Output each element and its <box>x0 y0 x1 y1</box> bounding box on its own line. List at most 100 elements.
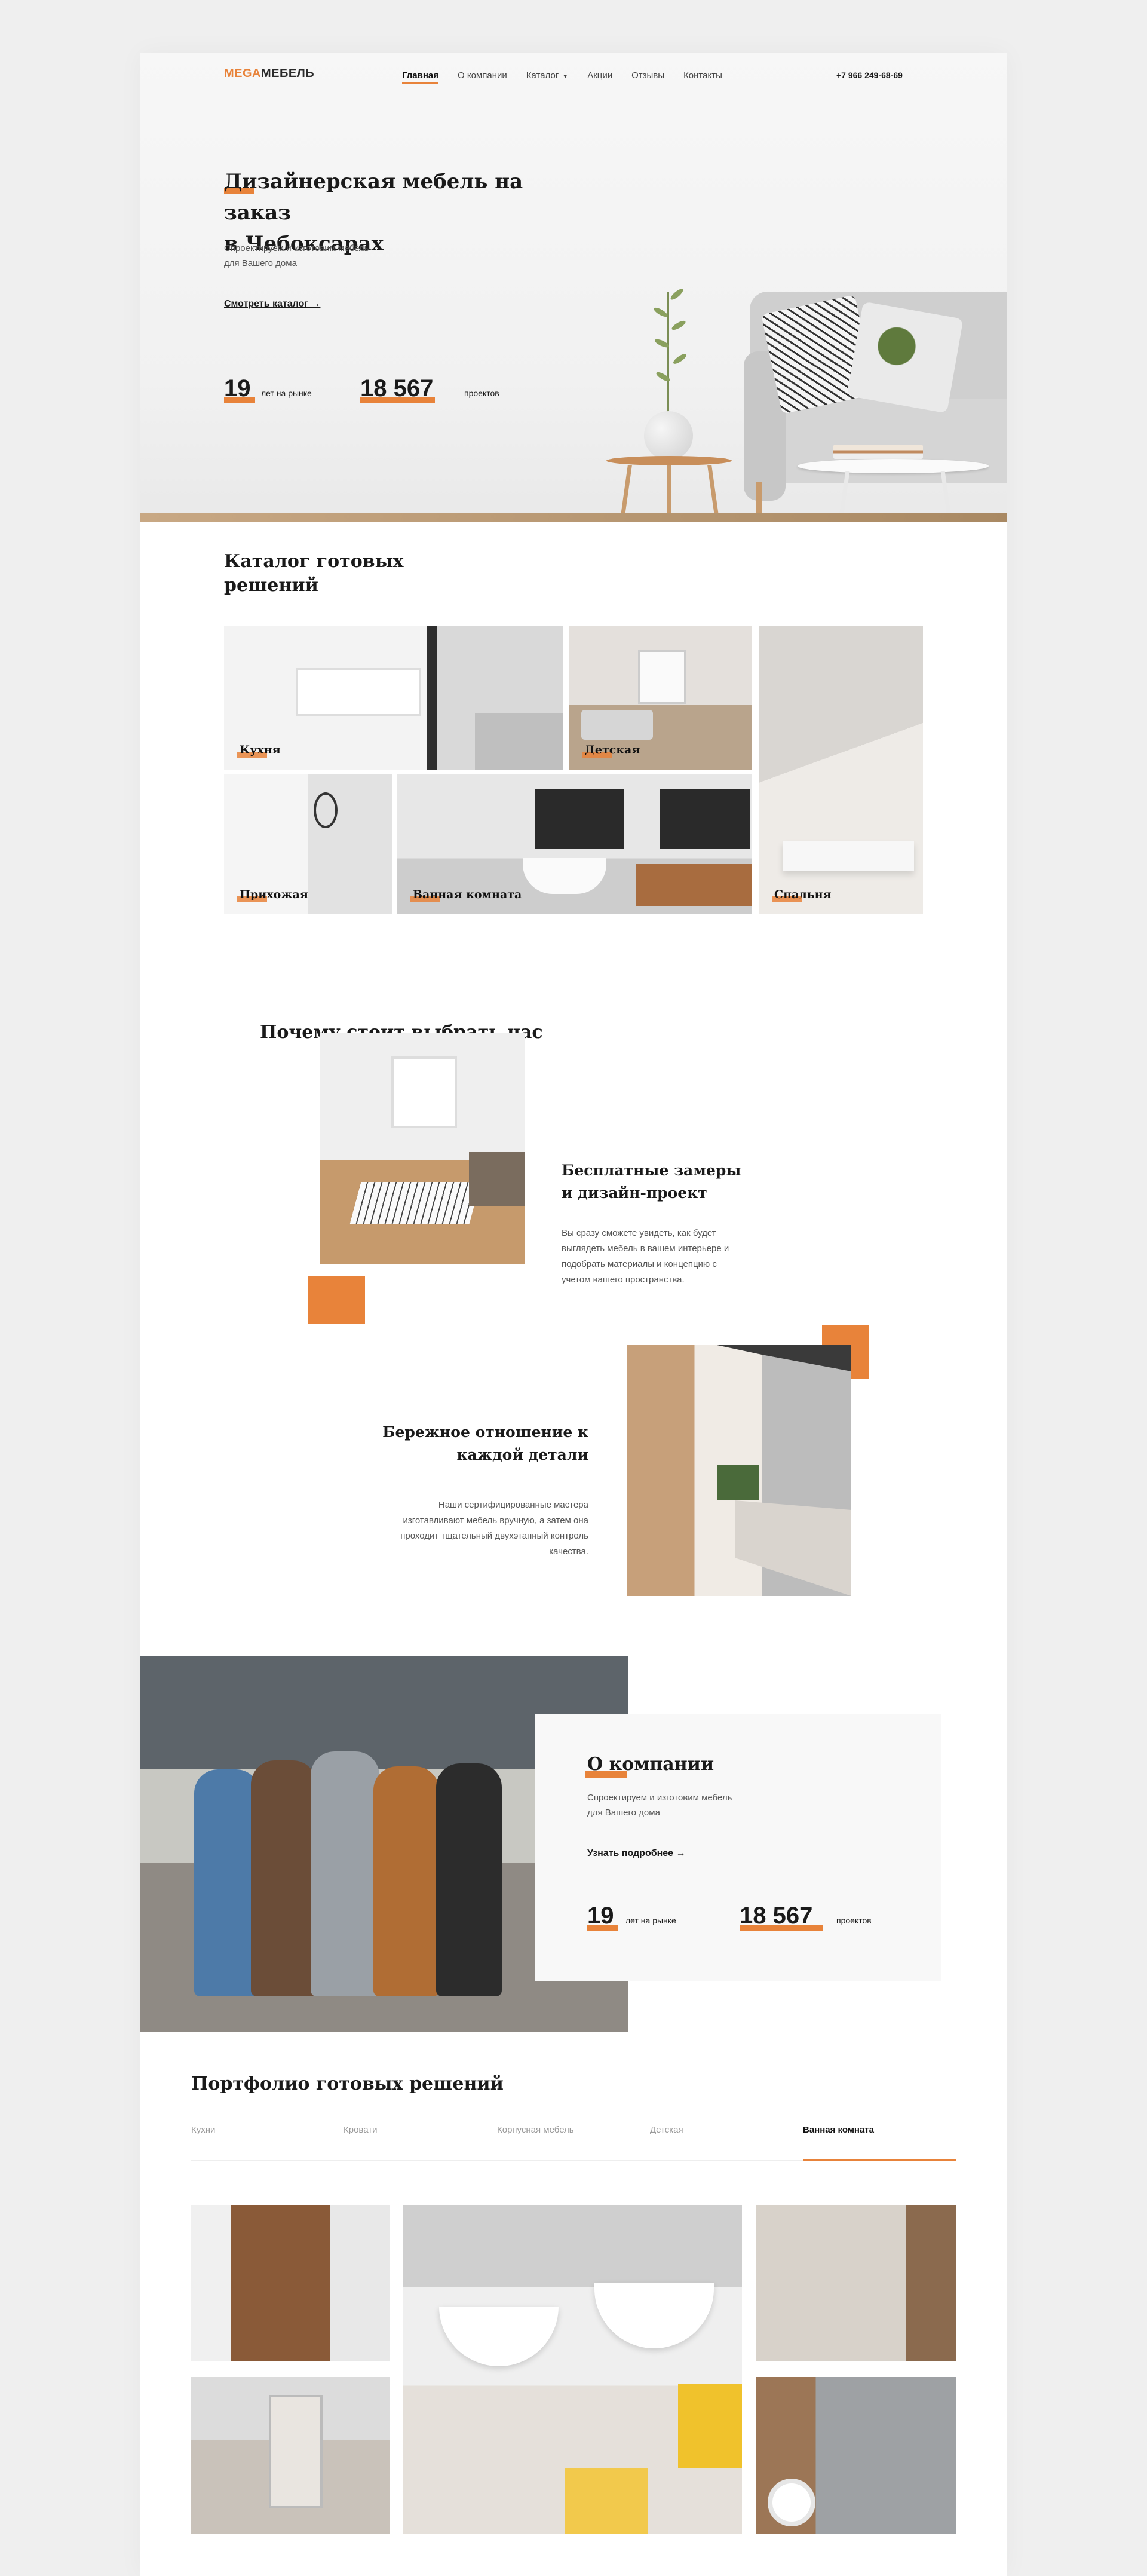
catalog-tile-hallway[interactable]: Прихожая <box>224 774 392 914</box>
kitchen-window <box>296 668 421 716</box>
stat-projects-value: 18 567 <box>360 375 434 402</box>
about-subtitle-line: Спроектируем и изготовим мебель <box>587 1793 732 1803</box>
main-nav: Главная О компании Каталог ▼ Акции Отзывы… <box>402 71 722 84</box>
about-stat-projects-label: проектов <box>836 1916 872 1925</box>
stat-years-label: лет на рынке <box>261 388 312 398</box>
kids-bed <box>581 710 653 740</box>
nav-label: Отзывы <box>631 71 665 81</box>
nav-item-contacts[interactable]: Контакты <box>683 71 722 81</box>
books-image <box>833 445 923 459</box>
why-image-1 <box>320 1033 525 1264</box>
vase-image <box>644 411 693 460</box>
table-leg <box>667 465 671 514</box>
logo-mega: MEGA <box>224 67 261 80</box>
why-image-2 <box>627 1345 851 1596</box>
catalog-title-line: Каталог готовых <box>224 551 404 572</box>
kids-window <box>638 650 686 704</box>
nav-label: О компании <box>458 71 507 81</box>
rug <box>349 1182 481 1224</box>
washing-machine <box>768 2479 815 2526</box>
nav-item-about[interactable]: О компании <box>458 71 507 81</box>
why-text-line: учетом вашего пространства. <box>562 1275 685 1285</box>
hero-subtitle-line: Спроектируем и изготовим мебель <box>224 243 369 253</box>
nav-label: Контакты <box>683 71 722 81</box>
tile-label: Детская <box>585 743 640 756</box>
room-window <box>391 1056 457 1128</box>
bathtub <box>523 858 606 894</box>
portfolio-image-main[interactable] <box>403 2205 742 2534</box>
why-text-line: выглядеть мебель в вашем интерьере и <box>562 1243 729 1254</box>
vanity <box>636 864 752 906</box>
tile-label: Прихожая <box>240 888 308 901</box>
about-more-link[interactable]: Узнать подробнее → <box>587 1848 686 1859</box>
why-title-line: каждой детали <box>456 1446 588 1463</box>
portfolio-image-1[interactable] <box>191 2205 390 2361</box>
active-tab-underline <box>803 2159 956 2161</box>
hero-title-line: Дизайнерская мебель на заказ <box>224 170 523 225</box>
tab-bathroom[interactable]: Ванная комната <box>803 2125 874 2135</box>
plant-image <box>642 287 696 393</box>
portfolio-tabs: Кухни Кровати Корпусная мебель Детская В… <box>191 2125 956 2161</box>
catalog-tile-bedroom[interactable]: Спальня <box>759 626 923 914</box>
why-text-line: Вы сразу сможете увидеть, как будет <box>562 1228 716 1238</box>
catalog-link[interactable]: Смотреть каталог → <box>224 299 320 310</box>
why-item-1-text: Вы сразу сможете увидеть, как будет выгл… <box>562 1226 777 1288</box>
why-text-line: проходит тщательный двухэтапный контроль <box>400 1531 588 1541</box>
about-subtitle: Спроектируем и изготовим мебель для Ваше… <box>587 1790 766 1820</box>
nav-item-catalog[interactable]: Каталог ▼ <box>526 71 568 81</box>
nav-item-home[interactable]: Главная <box>402 71 439 84</box>
why-title-line: Бесплатные замеры <box>562 1162 741 1179</box>
pillow-image <box>847 301 964 413</box>
mirror <box>314 792 338 828</box>
portfolio-image-2[interactable] <box>191 2377 390 2534</box>
about-stat-years-label: лет на рынке <box>625 1916 676 1925</box>
kitchen-island <box>735 1500 851 1596</box>
catalog-tile-kitchen[interactable]: Кухня <box>224 626 563 770</box>
hero-subtitle-line: для Вашего дома <box>224 258 297 268</box>
sink-bowl <box>439 2307 559 2366</box>
caret-down-icon: ▼ <box>562 73 569 80</box>
hero-subtitle: Спроектируем и изготовим мебель для Ваше… <box>224 241 403 271</box>
about-subtitle-line: для Вашего дома <box>587 1808 660 1818</box>
why-text-line: Наши сертифицированные мастера <box>438 1500 588 1510</box>
side-table-image <box>606 456 732 465</box>
tab-kitchens[interactable]: Кухни <box>191 2125 215 2135</box>
catalog-tile-bathroom[interactable]: Ванная комната <box>397 774 752 914</box>
sink-bowl <box>594 2283 714 2348</box>
shelf-yellow <box>678 2384 742 2468</box>
tab-beds[interactable]: Кровати <box>344 2125 377 2135</box>
tile-label: Ванная комната <box>413 888 522 901</box>
nav-label: Каталог <box>526 71 559 81</box>
range-hood <box>717 1345 851 1371</box>
bath-window <box>535 789 624 849</box>
sofa <box>469 1152 525 1206</box>
person-figure <box>194 1769 260 1996</box>
why-text-line: подобрать материалы и концепцию с <box>562 1259 717 1269</box>
about-title: О компании <box>587 1754 714 1775</box>
stat-projects-label: проектов <box>464 388 499 398</box>
bed <box>783 841 914 871</box>
logo[interactable]: MEGAМЕБЕЛЬ <box>224 67 314 81</box>
floor <box>140 513 1007 522</box>
stat-years-value: 19 <box>224 375 251 402</box>
portfolio-image-4[interactable] <box>756 2377 956 2534</box>
catalog-tile-kids[interactable]: Детская <box>569 626 752 770</box>
why-title-line: и дизайн-проект <box>562 1184 707 1202</box>
tab-kids[interactable]: Детская <box>650 2125 683 2135</box>
about-stat-projects-value: 18 567 <box>740 1903 813 1929</box>
basket <box>565 2468 648 2534</box>
kitchen-window-green <box>717 1465 759 1500</box>
about-stat-years-value: 19 <box>587 1903 614 1929</box>
nav-label: Акции <box>587 71 613 81</box>
nav-item-promotions[interactable]: Акции <box>587 71 612 81</box>
nav-label: Главная <box>402 71 439 81</box>
phone-link[interactable]: +7 966 249-68-69 <box>836 71 903 80</box>
tab-cabinet-furniture[interactable]: Корпусная мебель <box>497 2125 574 2135</box>
why-item-2-title: Бережное отношение к каждой детали <box>361 1421 588 1466</box>
sofa-leg <box>756 482 762 514</box>
person-figure <box>251 1760 317 1996</box>
bath-window <box>660 789 750 849</box>
nav-item-reviews[interactable]: Отзывы <box>631 71 664 81</box>
portfolio-image-3[interactable] <box>756 2205 956 2361</box>
person-figure <box>311 1751 379 1996</box>
